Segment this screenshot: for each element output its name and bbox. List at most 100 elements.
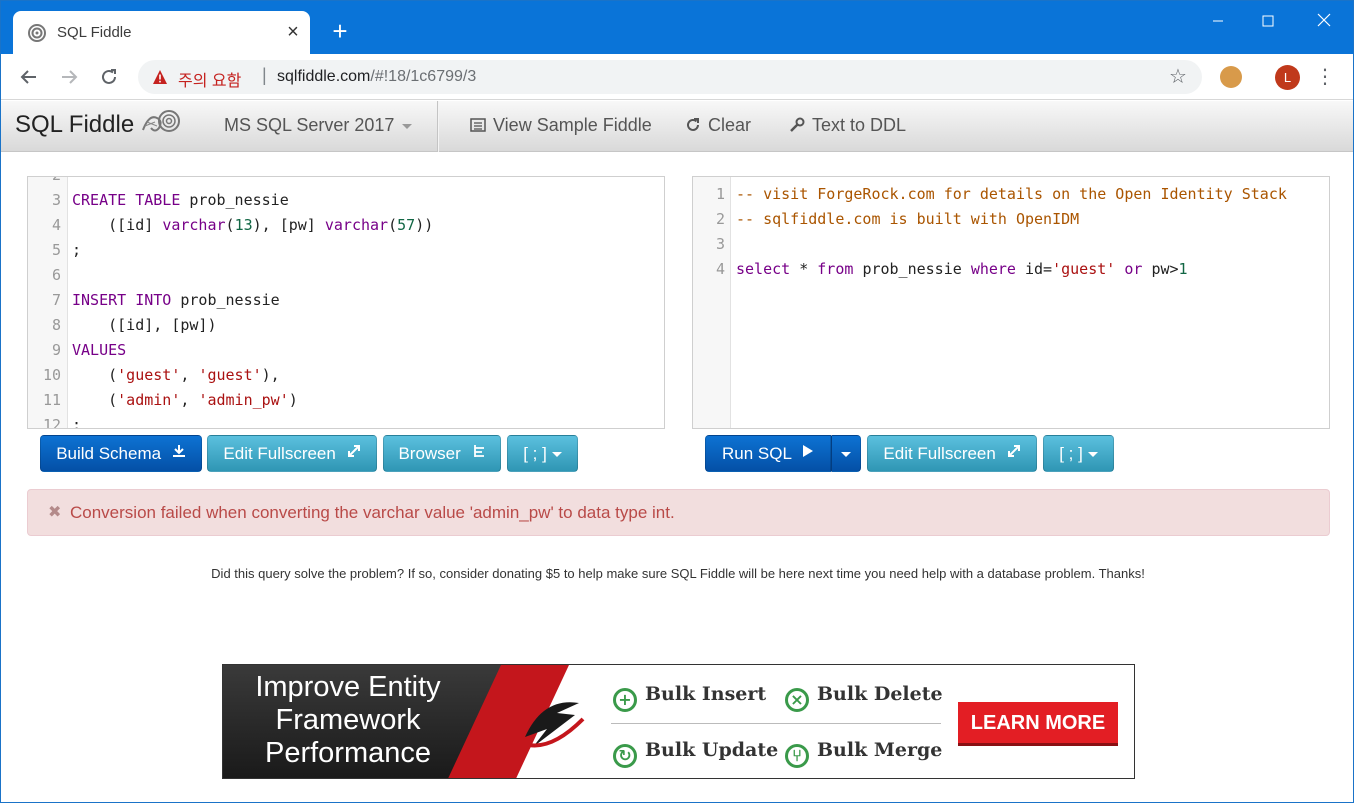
query-terminator-label: [ ; ]: [1059, 444, 1083, 463]
code-line[interactable]: select * from prob_nessie where id='gues…: [736, 257, 1188, 282]
donation-message: Did this query solve the problem? If so,…: [211, 566, 1145, 581]
security-warning-label[interactable]: 주의 요함: [178, 67, 241, 91]
chevron-down-icon: [1087, 452, 1098, 458]
browser-button[interactable]: Browser: [383, 435, 501, 472]
line-number: 1: [715, 185, 725, 203]
ad-banner[interactable]: Improve Entity Framework Performance + Bu…: [222, 664, 1135, 779]
line-number: 2: [28, 177, 61, 188]
browser-toolbar: 주의 요함 | sqlfiddle.com/#!18/1c6799/3 ☆ L …: [1, 54, 1353, 100]
close-window-icon[interactable]: [1304, 7, 1344, 35]
line-number: 5: [51, 241, 61, 259]
line-number: 6: [51, 266, 61, 284]
line-number: 3: [715, 235, 725, 253]
code-line[interactable]: ([id] varchar(13), [pw] varchar(57)): [72, 213, 433, 238]
line-number: 4: [715, 260, 725, 278]
code-line[interactable]: -- visit ForgeRock.com for details on th…: [736, 182, 1287, 207]
ad-feature-bulk-update: ↻ Bulk Update: [613, 739, 778, 768]
database-engine-label: MS SQL Server 2017: [224, 115, 395, 135]
browser-tab[interactable]: SQL Fiddle ×: [13, 11, 310, 54]
warning-triangle-icon: [153, 70, 167, 84]
tree-icon: [473, 445, 484, 457]
ad-feature-label: Bulk Insert: [645, 683, 767, 705]
code-line[interactable]: ('admin', 'admin_pw'): [72, 388, 298, 413]
schema-editor[interactable]: 2 3 CREATE TABLE prob_nessie 4 ([id] varcha…: [27, 176, 665, 429]
tab-close-icon[interactable]: ×: [283, 20, 303, 44]
reload-icon[interactable]: [94, 62, 124, 92]
line-number: 4: [51, 216, 61, 234]
database-engine-dropdown[interactable]: MS SQL Server 2017: [224, 115, 413, 136]
navbar-divider: [437, 101, 439, 152]
ad-feature-label: Bulk Update: [645, 739, 779, 761]
code-line[interactable]: -- sqlfiddle.com is built with OpenIDM: [736, 207, 1079, 232]
build-schema-label: Build Schema: [56, 444, 162, 463]
run-sql-options-dropdown[interactable]: [831, 435, 861, 472]
browser-label: Browser: [398, 444, 461, 463]
omnibox-separator: |: [262, 65, 267, 85]
line-number: 3: [51, 191, 61, 209]
browser-menu-icon[interactable]: ⋮: [1315, 63, 1335, 91]
ad-feature-bulk-merge: ⑂ Bulk Merge: [785, 739, 942, 768]
line-number: 12: [42, 416, 61, 429]
download-icon: [172, 445, 185, 457]
run-sql-label: Run SQL: [721, 444, 792, 463]
ad-feature-label: Bulk Merge: [817, 739, 943, 761]
ad-divider: [611, 723, 941, 724]
line-number: 2: [715, 210, 725, 228]
tab-title: SQL Fiddle: [57, 24, 132, 41]
error-alert: ✖ Conversion failed when converting the …: [27, 489, 1330, 536]
code-line[interactable]: ([id], [pw]): [72, 313, 216, 338]
cookie-extension-icon[interactable]: [1220, 66, 1242, 88]
back-arrow-icon[interactable]: [14, 62, 44, 92]
refresh-circle-icon: ↻: [613, 744, 637, 768]
refresh-icon: [687, 118, 699, 131]
ad-feature-bulk-delete: × Bulk Delete: [785, 683, 943, 712]
new-tab-button[interactable]: +: [327, 17, 353, 45]
brand-title[interactable]: SQL Fiddle: [15, 111, 134, 139]
error-x-icon: ✖: [48, 504, 62, 521]
query-edit-fullscreen-button[interactable]: Edit Fullscreen: [867, 435, 1037, 472]
query-editor[interactable]: 1 -- visit ForgeRock.com for details on t…: [692, 176, 1330, 429]
code-line[interactable]: INSERT INTO prob_nessie: [72, 288, 280, 313]
ad-brand-logo-icon: [525, 702, 585, 748]
expand-icon: [1007, 445, 1020, 457]
run-sql-button[interactable]: Run SQL: [705, 435, 831, 472]
line-number: 7: [51, 291, 61, 309]
merge-circle-icon: ⑂: [785, 744, 809, 768]
text-to-ddl-link[interactable]: Text to DDL: [789, 115, 906, 136]
title-bar: SQL Fiddle × +: [1, 1, 1353, 54]
ad-headline-line-1: Improve Entity: [255, 671, 441, 703]
learn-more-button[interactable]: LEARN MORE: [958, 702, 1118, 746]
profile-avatar[interactable]: L: [1275, 65, 1300, 90]
minimize-icon[interactable]: [1198, 7, 1238, 35]
schema-terminator-dropdown[interactable]: [ ; ]: [507, 435, 578, 472]
ad-headline: Improve Entity Framework Performance: [233, 671, 463, 770]
maximize-icon[interactable]: [1248, 7, 1288, 35]
app-navbar: SQL Fiddle MS SQL Server 2017 View Sampl…: [1, 101, 1353, 152]
view-sample-fiddle-link[interactable]: View Sample Fiddle: [470, 115, 652, 136]
address-bar[interactable]: 주의 요함 | sqlfiddle.com/#!18/1c6799/3 ☆: [138, 60, 1202, 94]
clear-link[interactable]: Clear: [685, 115, 751, 136]
bookmark-star-icon[interactable]: ☆: [1169, 64, 1187, 89]
ad-headline-line-3: Performance: [264, 737, 431, 769]
url-host: sqlfiddle.com: [277, 68, 371, 85]
line-number: 11: [42, 391, 61, 409]
fiddle-logo-icon: [142, 110, 180, 132]
schema-edit-fullscreen-button[interactable]: Edit Fullscreen: [207, 435, 377, 472]
forward-arrow-icon[interactable]: [54, 62, 84, 92]
url-path: /#!18/1c6799/3: [370, 68, 477, 85]
code-line[interactable]: ;: [72, 413, 81, 428]
chevron-down-icon: [551, 452, 562, 458]
code-line[interactable]: ('guest', 'guest'),: [72, 363, 280, 388]
url-text[interactable]: sqlfiddle.com/#!18/1c6799/3: [277, 68, 476, 86]
build-schema-button[interactable]: Build Schema: [40, 435, 202, 472]
query-terminator-dropdown[interactable]: [ ; ]: [1043, 435, 1114, 472]
wrench-icon: [790, 117, 805, 132]
code-line[interactable]: ;: [72, 238, 81, 263]
view-sample-fiddle-label: View Sample Fiddle: [493, 115, 652, 135]
code-line[interactable]: CREATE TABLE prob_nessie: [72, 188, 289, 213]
schema-terminator-label: [ ; ]: [523, 444, 547, 463]
chevron-down-icon: [402, 123, 413, 129]
code-line[interactable]: VALUES: [72, 338, 126, 363]
schema-edit-fullscreen-label: Edit Fullscreen: [223, 444, 336, 463]
list-icon: [470, 118, 486, 132]
